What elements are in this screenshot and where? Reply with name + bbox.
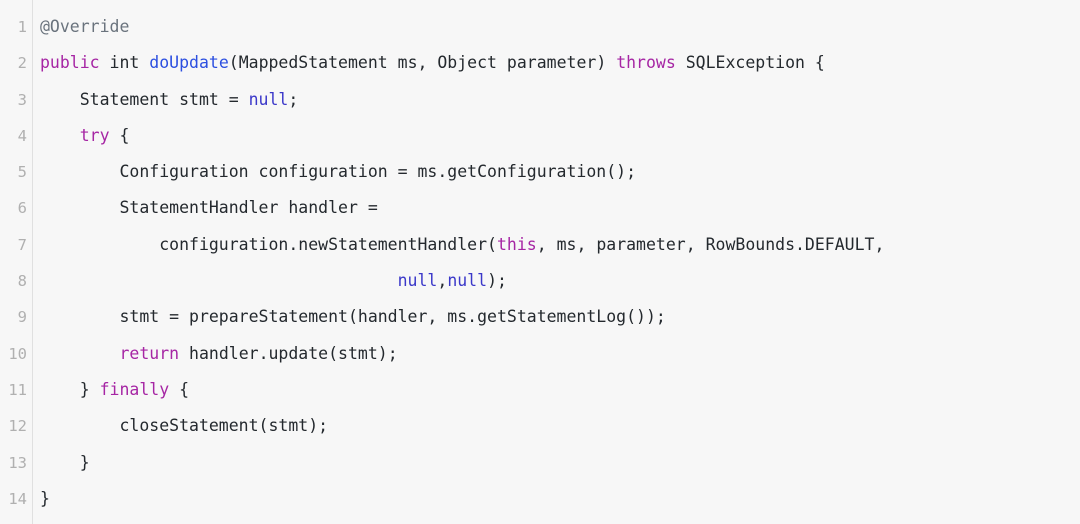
code-token-kw: try — [79, 125, 110, 145]
code-token-plain: handler.update(stmt); — [179, 343, 398, 363]
line-number: 4 — [17, 126, 27, 145]
code-token-anno: @Override — [40, 17, 130, 36]
code-token-plain: configuration.newStatementHandler( — [40, 234, 497, 254]
code-token-plain: closeStatement(stmt); — [40, 416, 329, 436]
line-number: 11 — [8, 380, 27, 399]
code-line[interactable]: } — [40, 481, 1080, 517]
code-line[interactable]: Configuration configuration = ms.getConf… — [40, 154, 1080, 190]
code-token-const: null — [447, 271, 488, 291]
code-line[interactable]: Statement stmt = null; — [40, 82, 1080, 118]
code-token-plain: (MappedStatement ms, Object parameter) — [228, 53, 617, 73]
code-line[interactable]: @Override — [40, 9, 1080, 45]
code-line[interactable]: stmt = prepareStatement(handler, ms.getS… — [40, 299, 1080, 335]
line-number: 9 — [17, 308, 27, 327]
code-token-plain: int — [99, 53, 150, 73]
line-number: 12 — [8, 417, 27, 436]
line-number: 3 — [17, 90, 27, 109]
line-number: 8 — [17, 272, 27, 291]
code-line[interactable]: try { — [40, 118, 1080, 154]
line-number: 14 — [8, 489, 27, 508]
code-token-plain: Statement stmt = — [40, 89, 249, 109]
code-token-kw: finally — [99, 379, 170, 399]
code-token-plain: } — [40, 379, 100, 399]
code-line[interactable]: closeStatement(stmt); — [40, 408, 1080, 444]
code-token-plain: , — [437, 271, 448, 291]
code-token-fn: doUpdate — [149, 53, 229, 73]
code-token-kw: throws — [616, 53, 676, 73]
code-token-plain: stmt = prepareStatement(handler, ms.getS… — [40, 307, 666, 327]
code-token-plain: } — [40, 452, 90, 472]
line-number-gutter: 1 2 3 4 5 6 7 8 9 10 11 12 13 14 — [0, 0, 33, 524]
line-number: 7 — [17, 235, 27, 254]
code-token-plain: Configuration configuration = ms.getConf… — [40, 162, 637, 182]
code-line[interactable]: return handler.update(stmt); — [40, 336, 1080, 372]
code-line[interactable]: null,null); — [40, 263, 1080, 299]
code-token-plain: } — [40, 488, 50, 508]
line-number: 13 — [8, 453, 27, 472]
code-line[interactable]: } finally { — [40, 372, 1080, 408]
code-token-kw: return — [119, 343, 180, 363]
code-line[interactable]: StatementHandler handler = — [40, 190, 1080, 226]
code-line[interactable]: public int doUpdate(MappedStatement ms, … — [40, 45, 1080, 81]
code-token-plain: { — [169, 379, 190, 399]
line-number: 1 — [17, 18, 27, 36]
code-token-plain: ); — [487, 271, 507, 291]
code-token-kw: public — [40, 53, 100, 73]
line-number: 5 — [17, 163, 27, 182]
code-token-plain: StatementHandler handler = — [40, 198, 378, 218]
code-token-const: null — [248, 89, 289, 109]
code-token-plain: , ms, parameter, RowBounds.DEFAULT, — [536, 234, 885, 254]
code-token-kw: this — [496, 234, 537, 254]
code-token-plain: SQLException { — [675, 53, 825, 73]
code-line[interactable]: configuration.newStatementHandler(this, … — [40, 227, 1080, 263]
code-token-const: null — [397, 271, 438, 291]
code-line[interactable]: } — [40, 445, 1080, 481]
code-token-plain: ; — [288, 89, 299, 109]
code-token-plain: { — [109, 125, 130, 145]
line-number: 10 — [8, 344, 27, 363]
code-viewer: 1 2 3 4 5 6 7 8 9 10 11 12 13 14 @Override public int … — [0, 0, 1080, 524]
code-content-area[interactable]: @Override public int doUpdate(MappedState… — [33, 0, 1080, 524]
line-number: 2 — [17, 54, 27, 73]
line-number: 6 — [17, 199, 27, 218]
